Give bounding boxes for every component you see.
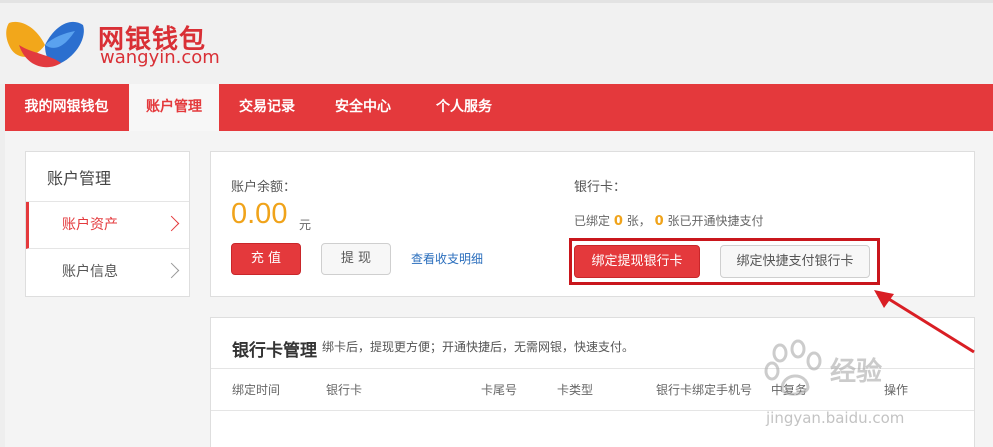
watermark-text: 经验 (830, 357, 883, 387)
header: 网银钱包 wangyin.com (0, 0, 993, 84)
status-suffix: 张已开通快捷支付 (667, 214, 764, 228)
logo[interactable]: 网银钱包 wangyin.com (5, 15, 225, 71)
balance-label: 账户余额： (231, 180, 297, 195)
sidebar-item-label: 账户资产 (62, 217, 118, 233)
watermark-url: jingyan.baidu.com (766, 409, 905, 427)
card-management-title: 银行卡管理 (232, 341, 317, 361)
logo-mark-icon (6, 21, 84, 68)
account-panel: 账户余额： 0.00 元 充 值 提 现 查看收支明细 银行卡： 已绑定 0 张… (210, 151, 975, 297)
main-nav: 我的网银钱包 账户管理 交易记录 安全中心 个人服务 (5, 84, 993, 131)
sidebar: 账户管理 账户资产 账户信息 (25, 151, 190, 297)
bound-card-count: 0 (613, 214, 623, 229)
bank-card-label: 银行卡： (574, 180, 627, 195)
column-header-bank-card: 银行卡 (326, 383, 363, 397)
bank-card-status: 已绑定 0 张， 0 张已开通快捷支付 (574, 212, 763, 229)
column-header-bind-time: 绑定时间 (232, 383, 281, 397)
status-mid: 张， (626, 214, 651, 228)
balance-unit: 元 (299, 218, 312, 232)
bind-withdraw-card-button[interactable]: 绑定提现银行卡 (574, 245, 700, 278)
nav-item-personal-service[interactable]: 个人服务 (411, 84, 517, 131)
sidebar-title: 账户管理 (26, 152, 189, 202)
column-header-bound-phone: 银行卡绑定手机号 (656, 383, 753, 397)
chevron-right-icon (163, 215, 180, 232)
divider (554, 172, 555, 282)
sidebar-item-account-assets[interactable]: 账户资产 (26, 202, 189, 249)
withdraw-button[interactable]: 提 现 (321, 243, 391, 275)
bind-quick-pay-card-button[interactable]: 绑定快捷支付银行卡 (720, 245, 870, 278)
column-header-card-type: 卡类型 (557, 383, 594, 397)
nav-item-my-wallet[interactable]: 我的网银钱包 (5, 84, 128, 131)
logo-english-text: wangyin.com (100, 47, 220, 68)
sidebar-item-account-info[interactable]: 账户信息 (26, 249, 189, 296)
column-header-card-tail: 卡尾号 (481, 383, 518, 397)
status-prefix: 已绑定 (574, 214, 611, 228)
recharge-button[interactable]: 充 值 (231, 243, 301, 275)
watermark: 经验 jingyan.baidu.com (762, 335, 992, 445)
card-management-description: 绑卡后，提现更方便；开通快捷后，无需网银，快速支付。 (322, 340, 635, 354)
sidebar-item-label: 账户信息 (62, 264, 118, 280)
quick-pay-card-count: 0 (654, 214, 664, 229)
view-statement-link[interactable]: 查看收支明细 (411, 250, 483, 267)
chevron-right-icon (163, 262, 180, 279)
paw-logo-icon (764, 339, 822, 396)
nav-item-security-center[interactable]: 安全中心 (315, 84, 411, 131)
nav-item-account-management[interactable]: 账户管理 (129, 84, 219, 131)
balance-amount: 0.00 (231, 198, 288, 230)
nav-item-transactions[interactable]: 交易记录 (219, 84, 315, 131)
